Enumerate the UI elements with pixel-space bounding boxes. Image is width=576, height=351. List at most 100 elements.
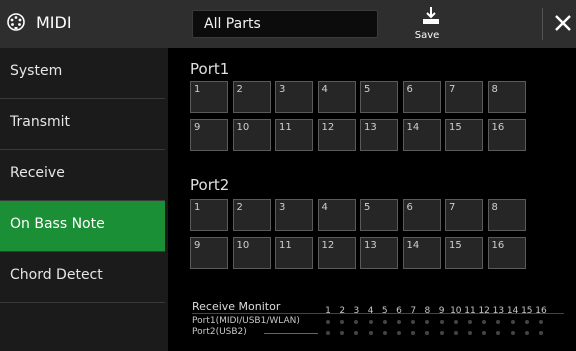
monitor-indicator-port2-ch2 [340, 331, 345, 335]
port2-channel-8-button[interactable]: 8 [487, 199, 526, 231]
port1-channel-9-button[interactable]: 9 [190, 119, 228, 151]
part-select-value: All Parts [204, 16, 261, 32]
monitor-indicator-port2-ch5 [382, 331, 387, 335]
monitor-indicator-port1-ch13 [496, 320, 501, 324]
header-bar: MIDI All Parts Save [0, 0, 576, 48]
monitor-port1-label: Port1(MIDI/USB1/WLAN) [192, 316, 300, 326]
port2-channel-3-button[interactable]: 3 [275, 199, 313, 231]
save-label: Save [414, 30, 440, 41]
channel-number-label: 9 [194, 122, 201, 133]
monitor-indicator-port1-ch6 [397, 320, 401, 324]
monitor-indicator-port2-ch12 [482, 331, 487, 335]
monitor-indicator-port1-ch3 [354, 320, 359, 324]
monitor-indicator-port1-ch15 [524, 320, 529, 324]
monitor-channel-number: 14 [506, 306, 519, 316]
port1-channel-3-button[interactable]: 3 [275, 81, 313, 113]
page-title: MIDI [36, 13, 72, 32]
port2-channel-13-button[interactable]: 13 [360, 237, 398, 269]
port2-channel-5-button[interactable]: 5 [360, 199, 398, 231]
monitor-indicator-port1-ch2 [340, 320, 345, 324]
port2-channel-11-button[interactable]: 11 [275, 237, 313, 269]
receive-monitor-title: Receive Monitor [192, 300, 281, 313]
monitor-indicator-port1-ch5 [382, 320, 387, 324]
sidebar: System Transmit Receive On Bass Note Cho… [0, 48, 168, 351]
save-icon [423, 7, 439, 24]
monitor-indicator-port2-ch16 [539, 331, 543, 335]
monitor-channel-number: 7 [410, 306, 417, 316]
channel-number-label: 14 [406, 122, 420, 133]
port2-channel-7-button[interactable]: 7 [445, 199, 483, 231]
close-icon[interactable] [552, 12, 574, 34]
port1-channel-5-button[interactable]: 5 [360, 81, 398, 113]
monitor-indicator-port2-ch9 [439, 331, 444, 335]
channel-number-label: 13 [364, 240, 377, 251]
port2-channel-2-button[interactable]: 2 [232, 199, 271, 231]
part-select-dropdown[interactable]: All Parts [192, 10, 378, 38]
channel-number-label: 12 [321, 122, 335, 133]
monitor-channel-number: 11 [464, 306, 476, 316]
save-button[interactable]: Save [408, 6, 456, 42]
port2-channel-12-button[interactable]: 12 [317, 237, 356, 269]
port1-channel-15-button[interactable]: 15 [445, 119, 483, 151]
channel-number-label: 8 [491, 84, 498, 95]
channel-number-label: 7 [449, 84, 456, 95]
header-divider [542, 8, 543, 40]
port1-channel-11-button[interactable]: 11 [275, 119, 313, 151]
port2-channel-1-button[interactable]: 1 [190, 199, 228, 231]
sidebar-item-label: System [10, 63, 63, 79]
port2-channel-16-button[interactable]: 16 [487, 237, 526, 269]
port1-channel-16-button[interactable]: 16 [487, 119, 526, 151]
port2-channel-4-button[interactable]: 4 [317, 199, 356, 231]
monitor-indicator-port2-ch10 [453, 331, 458, 335]
channel-number-label: 1 [194, 84, 201, 95]
port1-channel-10-button[interactable]: 10 [232, 119, 271, 151]
port2-channel-10-button[interactable]: 10 [232, 237, 271, 269]
monitor-indicator-port2-ch11 [468, 331, 472, 335]
sidebar-item-system[interactable]: System [0, 48, 165, 99]
channel-number-label: 11 [279, 122, 292, 133]
main-panel: Port1 1 2 3 4 5 6 7 8 9 10 11 12 13 14 15 16 Port2 1234… [168, 48, 576, 351]
monitor-indicator-port2-ch13 [496, 331, 501, 335]
port1-channel-7-button[interactable]: 7 [445, 81, 483, 113]
port1-channel-1-button[interactable]: 1 [190, 81, 228, 113]
monitor-port2-label: Port2(USB2) [192, 327, 247, 337]
port2-channel-14-button[interactable]: 14 [402, 237, 441, 269]
channel-number-label: 15 [449, 240, 462, 251]
channel-number-label: 4 [321, 202, 328, 213]
monitor-indicator-port1-ch10 [453, 320, 458, 324]
sidebar-item-transmit[interactable]: Transmit [0, 99, 165, 150]
monitor-indicator-port1-ch14 [510, 320, 515, 324]
monitor-indicator-port1-ch11 [468, 320, 472, 324]
port1-channel-2-button[interactable]: 2 [232, 81, 271, 113]
monitor-channel-number: 15 [521, 306, 533, 316]
monitor-channel-number: 16 [535, 306, 547, 316]
sidebar-item-chord-detect[interactable]: Chord Detect [0, 252, 165, 303]
port1-channel-4-button[interactable]: 4 [317, 81, 356, 113]
monitor-channel-number: 5 [381, 306, 388, 316]
channel-number-label: 5 [364, 202, 371, 213]
port1-channel-12-button[interactable]: 12 [317, 119, 356, 151]
channel-number-label: 6 [406, 84, 413, 95]
port1-channel-14-button[interactable]: 14 [402, 119, 441, 151]
channel-number-label: 15 [449, 122, 462, 133]
channel-number-label: 16 [491, 122, 505, 133]
port1-channel-6-button[interactable]: 6 [402, 81, 441, 113]
sidebar-item-on-bass-note[interactable]: On Bass Note [0, 201, 165, 252]
port2-channel-15-button[interactable]: 15 [445, 237, 483, 269]
monitor-channel-number: 4 [367, 306, 374, 316]
port1-channel-13-button[interactable]: 13 [360, 119, 398, 151]
channel-number-label: 3 [279, 202, 286, 213]
sidebar-item-receive[interactable]: Receive [0, 150, 165, 201]
monitor-indicator-port2-ch14 [510, 331, 515, 335]
monitor-channel-number: 2 [339, 306, 346, 316]
port1-channel-8-button[interactable]: 8 [487, 81, 526, 113]
port2-channel-6-button[interactable]: 6 [402, 199, 441, 231]
monitor-channel-number: 8 [424, 306, 431, 316]
port1-title: Port1 [190, 60, 230, 78]
monitor-indicator-port1-ch9 [439, 320, 444, 324]
channel-number-label: 10 [236, 122, 250, 133]
monitor-channel-number: 6 [396, 306, 402, 316]
monitor-indicator-port1-ch12 [482, 320, 487, 324]
channel-number-label: 10 [236, 240, 250, 251]
port2-channel-9-button[interactable]: 9 [190, 237, 228, 269]
